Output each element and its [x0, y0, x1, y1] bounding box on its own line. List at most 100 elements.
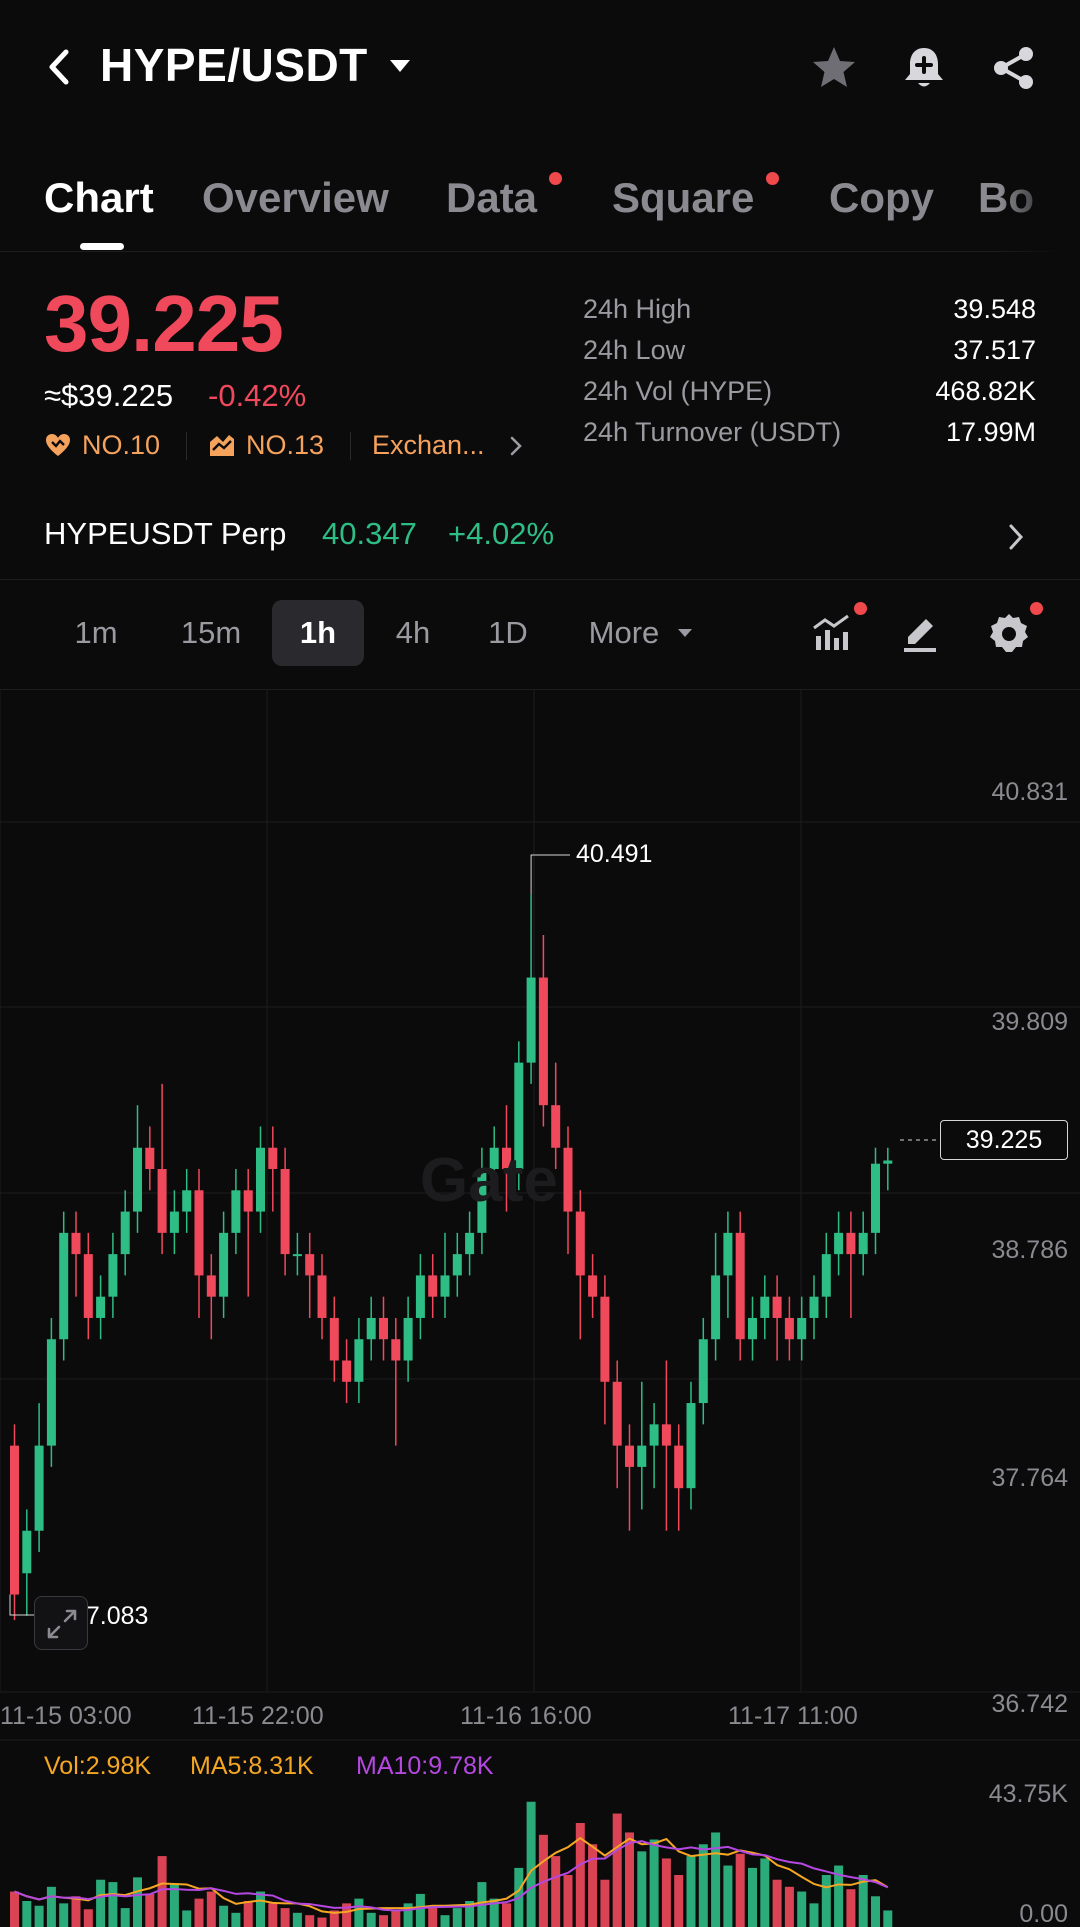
stat-24h-turnover-label: 24h Turnover (USDT)	[583, 417, 842, 447]
candle-body	[231, 1190, 241, 1233]
tab-chart[interactable]: Chart	[44, 174, 154, 222]
volume-bar	[674, 1875, 684, 1927]
volume-bar	[243, 1901, 253, 1927]
rank-badge-1-label: NO.10	[82, 430, 161, 460]
candlestick-chart[interactable]: Gate 40.831 39.809 38.786 37.764 36.742 …	[0, 690, 1080, 1927]
stat-24h-turnover-value: 17.99M	[945, 417, 1036, 447]
volume-bar	[760, 1858, 770, 1927]
candle-body	[723, 1232, 733, 1276]
volume-bar	[22, 1901, 32, 1927]
volume-bar	[625, 1832, 634, 1927]
price-alert-bell-icon[interactable]	[898, 42, 950, 94]
interval-1m[interactable]: 1m	[56, 600, 136, 666]
interval-1d[interactable]: 1D	[470, 600, 546, 666]
volume-bar	[354, 1898, 364, 1927]
ma10-legend: MA10:9.78K	[356, 1752, 494, 1780]
volume-bar	[59, 1903, 69, 1927]
indicators-icon[interactable]	[810, 610, 856, 656]
candle-body	[10, 1445, 19, 1595]
volume-bar	[379, 1915, 388, 1927]
fullscreen-expand-button[interactable]	[34, 1596, 88, 1650]
candle-body	[834, 1232, 844, 1255]
volume-bar	[883, 1910, 893, 1927]
pair-title[interactable]: HYPE/USDT	[100, 38, 368, 92]
rank-divider	[186, 432, 187, 460]
y-axis-label: 40.831	[991, 778, 1068, 806]
volume-axis-label: 0.00	[1019, 1900, 1068, 1927]
volume-bar	[108, 1882, 118, 1927]
volume-bar	[748, 1867, 757, 1927]
candle-body	[83, 1254, 93, 1318]
candle-body	[612, 1381, 622, 1446]
candle-body	[268, 1147, 278, 1170]
candle-body	[809, 1296, 819, 1318]
volume-bar	[551, 1856, 561, 1927]
candle-body	[526, 977, 536, 1063]
share-icon[interactable]	[988, 42, 1040, 94]
tab-overview[interactable]: Overview	[202, 174, 389, 222]
rank-divider	[350, 432, 351, 460]
volume-bar	[415, 1893, 425, 1927]
expand-arrows-icon	[47, 1609, 77, 1639]
volume-bar	[846, 1889, 856, 1927]
tab-data[interactable]: Data	[446, 174, 537, 222]
volume-bar	[871, 1896, 880, 1927]
candle-body	[575, 1211, 585, 1276]
interval-1h[interactable]: 1h	[272, 600, 364, 666]
caret-down-icon	[678, 629, 692, 637]
pair-dropdown-icon[interactable]	[388, 56, 412, 76]
x-axis-label: 11-17 11:00	[728, 1702, 858, 1730]
volume-bar	[231, 1912, 241, 1927]
y-axis-label: 36.742	[991, 1690, 1068, 1718]
volume-bar	[711, 1832, 721, 1927]
candle-body	[698, 1339, 708, 1404]
chart-settings-gear-icon[interactable]	[986, 610, 1032, 656]
tab-square-notification-dot	[766, 172, 779, 185]
volume-bar	[502, 1903, 511, 1927]
perp-contract-row[interactable]: HYPEUSDT Perp 40.347 +4.02%	[0, 500, 1080, 580]
volume-bar	[563, 1875, 573, 1927]
tab-square[interactable]: Square	[612, 174, 754, 222]
candle-body	[686, 1403, 696, 1489]
candle-body	[858, 1232, 868, 1255]
x-axis-label: 11-15 22:00	[192, 1702, 324, 1730]
volume-bar	[71, 1896, 81, 1927]
candle-body	[440, 1275, 450, 1297]
volume-bar	[772, 1879, 782, 1927]
favorite-star-icon[interactable]	[808, 42, 860, 94]
stat-24h-low-value: 37.517	[953, 335, 1036, 365]
interval-4h[interactable]: 4h	[378, 600, 448, 666]
volume-bar	[821, 1875, 831, 1927]
volume-bar	[686, 1856, 696, 1927]
candle-body	[625, 1445, 634, 1467]
tab-copy[interactable]: Copy	[829, 174, 934, 222]
drawing-pen-icon[interactable]	[898, 610, 944, 656]
exchange-link-label: Exchan...	[372, 430, 485, 460]
volume-bar	[10, 1891, 19, 1927]
volume-bar	[280, 1908, 290, 1927]
x-axis-label: 11-15 03:00	[0, 1702, 132, 1730]
volume-bar	[526, 1801, 536, 1927]
candle-body	[145, 1147, 155, 1170]
candle-body	[133, 1147, 142, 1212]
volume-bar	[612, 1813, 622, 1927]
candle-body	[256, 1147, 265, 1212]
y-axis-label: 38.786	[991, 1236, 1068, 1264]
interval-15m[interactable]: 15m	[166, 600, 256, 666]
candle-body	[366, 1317, 376, 1340]
candle-body	[120, 1211, 130, 1255]
y-axis-label: 37.764	[991, 1464, 1068, 1492]
volume-bar	[34, 1905, 44, 1927]
candle-body	[329, 1317, 339, 1361]
stat-24h-vol-value: 468.82K	[935, 376, 1036, 406]
candle-body	[403, 1317, 413, 1361]
back-button[interactable]	[40, 42, 80, 92]
high-marker-line	[530, 854, 570, 895]
candle-body	[182, 1190, 192, 1212]
volume-axis-label: 43.75K	[988, 1780, 1068, 1808]
candle-body	[600, 1296, 610, 1382]
volume-bar	[637, 1851, 647, 1927]
volume-bar	[452, 1908, 462, 1927]
volume-bar	[440, 1915, 450, 1927]
candle-body	[784, 1317, 794, 1340]
